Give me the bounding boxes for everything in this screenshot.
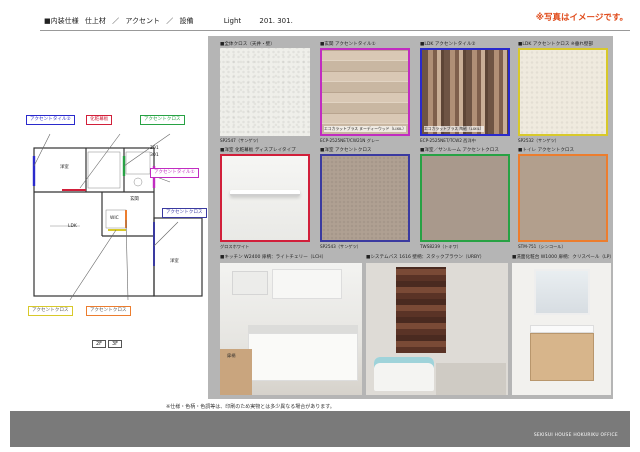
page-title: ■内装仕様 仕上材 ／ アクセント ／ 設備 Light 201. 301. bbox=[44, 16, 297, 26]
room-label: LDK bbox=[68, 224, 77, 229]
swatch-code: SP2532（サンゲツ） bbox=[518, 138, 559, 143]
equipment-photo-kitchen: ■キッチン W2400 扉柄：ライトチェリー（LCH） 扉柄 bbox=[220, 255, 362, 395]
swatch-caption: ■トイレ アクセントクロス bbox=[518, 148, 575, 153]
upper-cabinets bbox=[272, 269, 342, 299]
plan-tag-accent-cross-orange: アクセントクロス bbox=[86, 306, 131, 316]
breadcrumb-item: 設備 bbox=[179, 17, 194, 25]
breadcrumb-item: 仕上材 bbox=[84, 17, 106, 25]
disclaimer: ※仕様・色柄・色調等は、印刷のため実物とは多少異なる場合があります。 bbox=[166, 404, 335, 410]
finish-panel: ■全体クロス（天井・壁） SP2547（サンゲツ） ■玄関 アクセントタイル① … bbox=[208, 36, 614, 399]
photo-caption: ■洗面化粧台 W1000 扉柄：クリスペール（LP） bbox=[512, 255, 615, 260]
equipment-photo-bath: ■システムバス 1616 壁柄：スタックブラウン（URBY） bbox=[366, 255, 508, 395]
counter bbox=[248, 325, 358, 333]
room-label: WIC bbox=[110, 216, 119, 221]
floor-pill-3f: 3F bbox=[108, 340, 123, 348]
swatch-caption: ■洋室 アクセントクロス bbox=[320, 148, 372, 153]
swatch-image: エコカラットプラス 陶磁（LIXIL） bbox=[420, 48, 510, 136]
lower-cabinets bbox=[248, 333, 358, 381]
breadcrumb-item: アクセント bbox=[125, 17, 160, 25]
bathtub bbox=[374, 357, 434, 391]
swatch-caption: ■洋室／サンルーム アクセントクロス bbox=[420, 148, 499, 153]
swatch-code: STM-751（シンコール） bbox=[518, 244, 566, 249]
swatch-code: ECP-2525NET/TCW2 西洋中 bbox=[420, 138, 476, 143]
swatch-code: SP2543（サンゲツ） bbox=[320, 244, 361, 249]
basin-counter bbox=[530, 325, 594, 333]
swatch-overlay-label: エコカラットプラス 陶磁（LIXIL） bbox=[424, 126, 484, 132]
plan-tag-accent-tile-2: アクセントタイル② bbox=[26, 115, 75, 125]
bath-floor bbox=[436, 363, 506, 395]
swatch-image bbox=[320, 154, 410, 242]
swatch-image bbox=[220, 154, 310, 242]
unit-numbers: 201. 301. bbox=[259, 17, 293, 25]
plan-tag-decorative-board: 化粧幕板 bbox=[86, 115, 113, 125]
swatch-caption: ■玄関 アクセントタイル① bbox=[320, 42, 376, 47]
range-hood bbox=[232, 271, 268, 295]
room-label: 洋室 bbox=[170, 259, 179, 264]
kitchen-image: 扉柄 bbox=[220, 263, 362, 395]
board-profile bbox=[230, 190, 300, 196]
room-label: 洋室 bbox=[60, 165, 69, 170]
floor-pill-2f: 2F bbox=[92, 340, 107, 348]
company-name: SEKISUI HOUSE HOKURIKU OFFICE bbox=[533, 433, 618, 438]
mirror-cabinet bbox=[534, 269, 590, 315]
swatch-code: TWS8239（トキワ） bbox=[420, 244, 461, 249]
breadcrumb-separator: ／ bbox=[166, 17, 174, 25]
footer-bar bbox=[10, 411, 630, 447]
bath-image bbox=[366, 263, 508, 395]
image-note: ※写真はイメージです。 bbox=[535, 13, 628, 23]
plan-type: Light bbox=[223, 17, 242, 25]
swatch-caption: ■LDK アクセントタイル② bbox=[420, 42, 476, 47]
swatch-caption: ■LDK アクセントクロス ※垂れ壁部 bbox=[518, 42, 594, 47]
vanity-cabinet bbox=[530, 333, 594, 381]
photo-caption: ■システムバス 1616 壁柄：スタックブラウン（URBY） bbox=[366, 255, 485, 260]
swatch-code: グロスホワイト bbox=[220, 244, 250, 249]
plan-tag-accent-cross-yellow: アクセントクロス bbox=[28, 306, 73, 316]
swatch-image bbox=[518, 154, 608, 242]
header-divider bbox=[40, 30, 630, 31]
section-label: ■内装仕様 bbox=[44, 17, 79, 25]
plan-tag-accent-cross-navy: アクセントクロス bbox=[162, 208, 207, 218]
swatch-image bbox=[518, 48, 608, 136]
photo-caption: ■キッチン W2400 扉柄：ライトチェリー（LCH） bbox=[220, 255, 327, 260]
plan-tag-accent-cross-green: アクセントクロス bbox=[140, 115, 185, 125]
accent-wall bbox=[396, 267, 446, 353]
swatch-overlay-label: エコカラットプラス ヌーディーウッド（LIXIL） bbox=[324, 126, 407, 132]
room-label: 玄関 bbox=[130, 197, 139, 202]
swatch-code: SP2547（サンゲツ） bbox=[220, 138, 261, 143]
unit-label: 201 bbox=[150, 146, 159, 151]
unit-label: 301 bbox=[150, 153, 159, 158]
door-swatch: 扉柄 bbox=[220, 349, 252, 395]
vanity-image bbox=[512, 263, 611, 395]
swatch-image: エコカラットプラス ヌーディーウッド（LIXIL） bbox=[320, 48, 410, 136]
swatch-caption: ■洋室 化粧幕板 ディスプレイタイプ bbox=[220, 148, 296, 153]
swatch-code: ECP-2525NET/CW21N グレー bbox=[320, 138, 380, 143]
swatch-caption: ■全体クロス（天井・壁） bbox=[220, 42, 275, 47]
breadcrumb-separator: ／ bbox=[112, 17, 120, 25]
door-swatch-label: 扉柄 bbox=[227, 353, 236, 358]
swatch-image bbox=[220, 48, 310, 136]
equipment-photo-vanity: ■洗面化粧台 W1000 扉柄：クリスペール（LP） bbox=[512, 255, 614, 395]
plan-tag-accent-tile-1: アクセントタイル① bbox=[150, 168, 199, 178]
swatch-image bbox=[420, 154, 510, 242]
